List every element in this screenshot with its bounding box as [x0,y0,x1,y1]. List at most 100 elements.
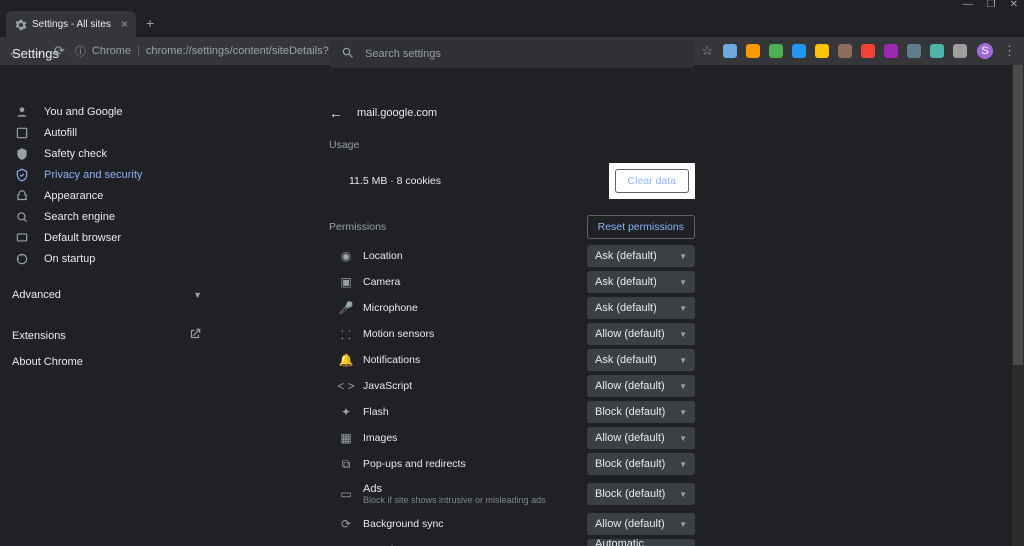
permission-dropdown[interactable]: Ask (default)▼ [587,349,695,371]
usage-row: 11.5 MB · 8 cookies Clear data [329,157,695,205]
window-controls: ― ❐ ✕ [0,0,1024,9]
extension-icon[interactable] [953,44,967,58]
permission-label: Motion sensors [363,328,587,340]
chevron-down-icon: ▼ [679,460,687,469]
sidebar-item[interactable]: Autofill [14,122,220,143]
permission-row: ▣CameraAsk (default)▼ [329,269,695,295]
sidebar-about[interactable]: About Chrome [0,350,220,374]
sidebar-item[interactable]: Search engine [14,206,220,227]
usage-section-label: Usage [329,139,695,151]
settings-heading: Settings [12,46,59,61]
extension-icon[interactable] [815,44,829,58]
permission-icon: 🔔 [329,353,363,367]
permission-label: JavaScript [363,380,587,392]
bookmark-star-icon[interactable]: ☆ [701,43,713,59]
extension-icon[interactable] [792,44,806,58]
extension-icon[interactable] [723,44,737,58]
sidebar-item[interactable]: Safety check [14,143,220,164]
extension-icon[interactable] [884,44,898,58]
tab-strip: Settings - All sites × + [0,9,1024,37]
back-arrow-button[interactable]: ← [329,105,343,121]
close-tab-icon[interactable]: × [121,17,128,31]
sidebar-icon [14,105,30,119]
page-scrollbar[interactable] [1012,65,1024,546]
search-settings-input[interactable]: Search settings [329,40,695,68]
extension-icon[interactable] [907,44,921,58]
menu-button[interactable]: ⋮ [1003,43,1016,59]
sidebar-item-label: Appearance [44,190,103,202]
permission-dropdown[interactable]: Allow (default)▼ [587,427,695,449]
sidebar-item[interactable]: Appearance [14,185,220,206]
usage-text: 11.5 MB · 8 cookies [349,175,441,187]
permission-row: ⧉Pop-ups and redirectsBlock (default)▼ [329,451,695,477]
chevron-down-icon: ▼ [679,520,687,529]
close-window-button[interactable]: ✕ [1010,0,1018,10]
sidebar-item[interactable]: You and Google [14,101,220,122]
sidebar-item[interactable]: On startup [14,248,220,269]
permission-label: Images [363,432,587,444]
permission-row: ▦ImagesAllow (default)▼ [329,425,695,451]
permission-dropdown[interactable]: Ask (default)▼ [587,271,695,293]
chevron-down-icon: ▼ [679,490,687,499]
extension-icon[interactable] [746,44,760,58]
permission-dropdown[interactable]: Block (default)▼ [587,453,695,475]
permission-icon: ▭ [329,487,363,501]
maximize-button[interactable]: ❐ [987,0,996,10]
chevron-down-icon: ▼ [679,278,687,287]
permission-icon: < > [329,379,363,393]
extension-icon[interactable] [861,44,875,58]
extension-icons [723,44,967,58]
reset-permissions-button[interactable]: Reset permissions [587,215,695,239]
sidebar-extensions[interactable]: Extensions [0,321,220,350]
sidebar-icon [14,126,30,140]
scrollbar-thumb[interactable] [1013,65,1023,365]
new-tab-button[interactable]: + [146,15,154,31]
clear-data-button[interactable]: Clear data [615,169,689,193]
sidebar-item-label: You and Google [44,106,123,118]
permission-icon: ▣ [329,275,363,289]
permission-dropdown[interactable]: Automatic (default)▼ [587,539,695,546]
permission-dropdown[interactable]: Allow (default)▼ [587,513,695,535]
minimize-button[interactable]: ― [963,0,973,10]
permission-icon: ⸬ [329,326,363,343]
permission-dropdown[interactable]: Allow (default)▼ [587,375,695,397]
search-placeholder: Search settings [365,48,441,60]
sidebar-advanced[interactable]: Advanced▼ [0,283,220,307]
chevron-down-icon: ▼ [679,252,687,261]
sidebar-icon [14,147,30,161]
permission-dropdown[interactable]: Ask (default)▼ [587,297,695,319]
permission-row: ⟳Background syncAllow (default)▼ [329,511,695,537]
settings-sidebar: You and Google Autofill Safety check Privac… [0,65,220,546]
sidebar-item-label: Safety check [44,148,107,160]
extension-icon[interactable] [769,44,783,58]
permission-label: Pop-ups and redirects [363,458,587,470]
extension-icon[interactable] [930,44,944,58]
site-info-icon[interactable]: ⓘ [75,43,86,59]
permission-icon: ✦ [329,405,363,419]
chevron-down-icon: ▼ [193,290,202,300]
sidebar-item[interactable]: Default browser [14,227,220,248]
permission-dropdown[interactable]: Block (default)▼ [587,483,695,505]
permission-label: Location [363,250,587,262]
permission-dropdown[interactable]: Allow (default)▼ [587,323,695,345]
site-name: mail.google.com [357,107,437,119]
permission-row: 🔔NotificationsAsk (default)▼ [329,347,695,373]
sidebar-item-label: Search engine [44,211,115,223]
sidebar-icon [14,189,30,203]
permission-dropdown[interactable]: Ask (default)▼ [587,245,695,267]
permissions-section-label: Permissions [329,221,386,233]
chevron-down-icon: ▼ [679,382,687,391]
sidebar-item[interactable]: Privacy and security [14,164,220,185]
permission-row: ◉LocationAsk (default)▼ [329,243,695,269]
permission-label: Notifications [363,354,587,366]
gear-icon [14,18,26,30]
permission-icon: 🎤 [329,301,363,315]
profile-avatar[interactable]: S [977,43,993,59]
permission-dropdown[interactable]: Block (default)▼ [587,401,695,423]
permission-label: Microphone [363,302,587,314]
browser-tab[interactable]: Settings - All sites × [6,11,136,37]
extension-icon[interactable] [838,44,852,58]
permission-label: Camera [363,276,587,288]
permission-label: Flash [363,406,587,418]
sidebar-icon [14,231,30,245]
